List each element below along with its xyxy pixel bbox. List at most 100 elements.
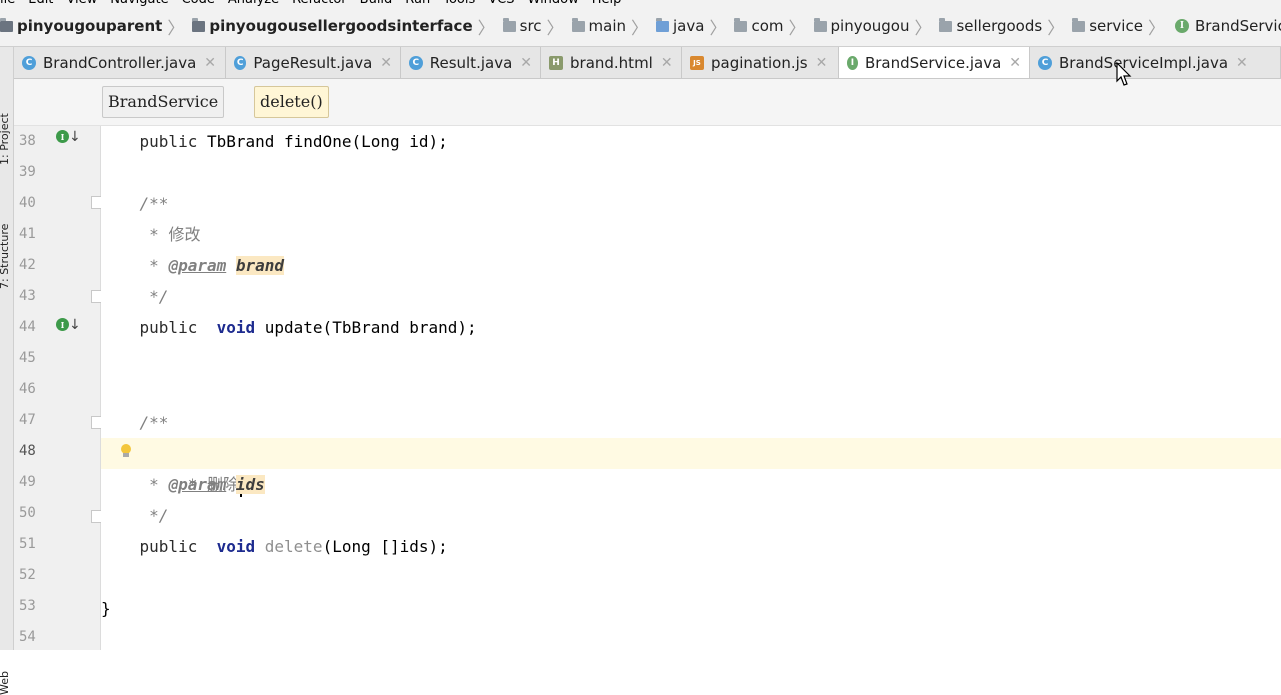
nav-crumb-label: service: [1089, 17, 1143, 35]
nav-crumb[interactable]: service 〉: [1066, 6, 1167, 46]
nav-crumb-label: src: [519, 17, 542, 35]
nav-crumb-label: com: [751, 17, 784, 35]
java-class-icon: C: [234, 55, 247, 70]
nav-crumb-label: BrandService: [1194, 17, 1281, 35]
nav-crumb[interactable]: IBrandService〉: [1167, 6, 1281, 46]
nav-crumb[interactable]: sellergoods 〉: [933, 6, 1066, 46]
line-number: 46: [19, 381, 36, 397]
code-line-41: * 修改: [149, 225, 201, 244]
nav-crumb-label: java: [673, 17, 705, 35]
editor-tab-label: BrandService.java: [864, 53, 1002, 72]
chevron-right-icon: 〉: [167, 18, 185, 39]
line-number: 52: [19, 567, 36, 583]
code-line-51: public void delete(Long []ids);: [139, 537, 448, 556]
interface-icon: I: [1174, 19, 1189, 33]
module-folder-icon: [192, 17, 206, 32]
breadcrumb-class[interactable]: BrandService: [102, 86, 225, 118]
nav-crumb[interactable]: com 〉: [728, 6, 807, 46]
line-number: 51: [19, 536, 36, 552]
web-tool-button[interactable]: Web: [0, 671, 11, 695]
chevron-right-icon: 〉: [1047, 18, 1065, 39]
line-number: 40: [19, 195, 36, 211]
editor-tab-label: BrandController.java: [43, 53, 197, 72]
code-line-50: */: [149, 506, 169, 525]
line-number: 41: [19, 226, 36, 242]
structure-tool-button[interactable]: 7: Structure: [0, 224, 11, 289]
editor-tab[interactable]: C BrandController.java ✕: [14, 47, 226, 78]
chevron-right-icon: 〉: [477, 18, 495, 39]
nav-crumb[interactable]: pinyougou 〉: [808, 6, 934, 46]
line-number: 54: [19, 629, 36, 645]
editor-tab[interactable]: C PageResult.java ✕: [226, 47, 401, 78]
code-line-44: public void update(TbBrand brand);: [139, 318, 477, 337]
code-line-42: * @param brand: [149, 256, 285, 275]
nav-crumb[interactable]: src 〉: [497, 6, 566, 46]
html-file-icon: H: [549, 55, 563, 70]
arrow-down-icon: ↓: [69, 129, 81, 145]
nav-crumb[interactable]: pinyougouparent 〉: [0, 6, 186, 46]
line-number: 43: [19, 288, 36, 304]
editor-tab-bar: C BrandController.java ✕ C PageResult.java ✕ C…: [14, 47, 1281, 79]
project-tool-button[interactable]: 1: Project: [0, 113, 11, 165]
java-interface-icon: I: [847, 55, 858, 70]
code-line-38: public TbBrand findOne(Long id);: [139, 132, 448, 151]
nav-crumb-label: main: [588, 17, 627, 35]
package-icon: [813, 17, 827, 32]
line-number: 45: [19, 350, 36, 366]
code-line-53: }: [101, 599, 111, 618]
nav-crumb[interactable]: pinyougousellergoodsinterface 〉: [186, 6, 496, 46]
nav-crumb-label: pinyougousellergoodsinterface: [209, 17, 473, 35]
navigation-bar: pinyougouparent 〉 pinyougousellergoodsinte…: [0, 6, 1281, 47]
close-tab-icon[interactable]: ✕: [1236, 55, 1248, 71]
mouse-pointer-icon: [1116, 62, 1132, 86]
package-icon: [1072, 17, 1086, 32]
left-tool-strip: 1: Project 7: Structure Web: [0, 47, 14, 695]
line-number: 38: [19, 133, 36, 149]
editor-tab-label: Result.java: [429, 53, 513, 72]
close-tab-icon[interactable]: ✕: [204, 55, 216, 71]
breadcrumb-method[interactable]: delete(): [254, 86, 329, 118]
implemented-method-marker-findone[interactable]: I ↓: [56, 128, 81, 148]
editor-tab-label: pagination.js: [711, 53, 808, 72]
editor-tab[interactable]: C BrandServiceImpl.java ✕: [1030, 47, 1281, 78]
code-line-43: */: [149, 287, 169, 306]
code-editor[interactable]: public TbBrand findOne(Long id); /** * 修…: [101, 126, 1281, 650]
chevron-right-icon: 〉: [788, 18, 806, 39]
editor-tab[interactable]: JS pagination.js ✕: [682, 47, 839, 78]
chevron-right-icon: 〉: [631, 18, 649, 39]
java-class-icon: C: [22, 55, 36, 70]
arrow-down-icon: ↓: [69, 317, 81, 333]
code-line-48-current: * 删除: [101, 438, 1281, 497]
nav-crumb[interactable]: main 〉: [566, 6, 650, 46]
package-icon: [939, 17, 953, 32]
implemented-method-marker-update[interactable]: I ↓: [56, 316, 81, 336]
line-number: 39: [19, 164, 36, 180]
interface-implemented-icon: I: [56, 318, 69, 331]
line-number: 42: [19, 257, 36, 273]
intention-bulb-icon[interactable]: [120, 444, 132, 458]
code-line-40: /**: [139, 194, 169, 213]
editor-tab[interactable]: Hbrand.html ✕: [541, 47, 682, 78]
chevron-right-icon: 〉: [1147, 18, 1165, 39]
close-tab-icon[interactable]: ✕: [380, 55, 392, 71]
javascript-file-icon: JS: [690, 55, 704, 70]
editor-tab[interactable]: I BrandService.java ✕: [839, 47, 1030, 78]
line-number: 44: [19, 319, 36, 335]
package-icon: [734, 17, 748, 32]
nav-crumb[interactable]: java 〉: [650, 6, 728, 46]
nav-crumb-label: pinyougouparent: [17, 17, 163, 35]
chevron-right-icon: 〉: [914, 18, 932, 39]
java-class-icon: C: [409, 55, 423, 70]
close-tab-icon[interactable]: ✕: [520, 55, 532, 71]
editor-breadcrumbs: BrandService delete(): [14, 79, 1281, 126]
module-folder-icon: [0, 17, 13, 32]
editor-tab-label: PageResult.java: [253, 53, 373, 72]
nav-crumb-label: pinyougou: [830, 17, 910, 35]
close-tab-icon[interactable]: ✕: [661, 55, 673, 71]
editor-tab-label: brand.html: [570, 53, 653, 72]
source-folder-icon: [656, 17, 670, 32]
editor-tab[interactable]: C Result.java ✕: [401, 47, 541, 78]
close-tab-icon[interactable]: ✕: [816, 55, 828, 71]
close-tab-icon[interactable]: ✕: [1009, 55, 1021, 71]
editor-gutter: I ↓ I ↓ 38 39 40 41 42 43 44 45 46 47 48 49 50 51 52 53…: [14, 126, 104, 650]
